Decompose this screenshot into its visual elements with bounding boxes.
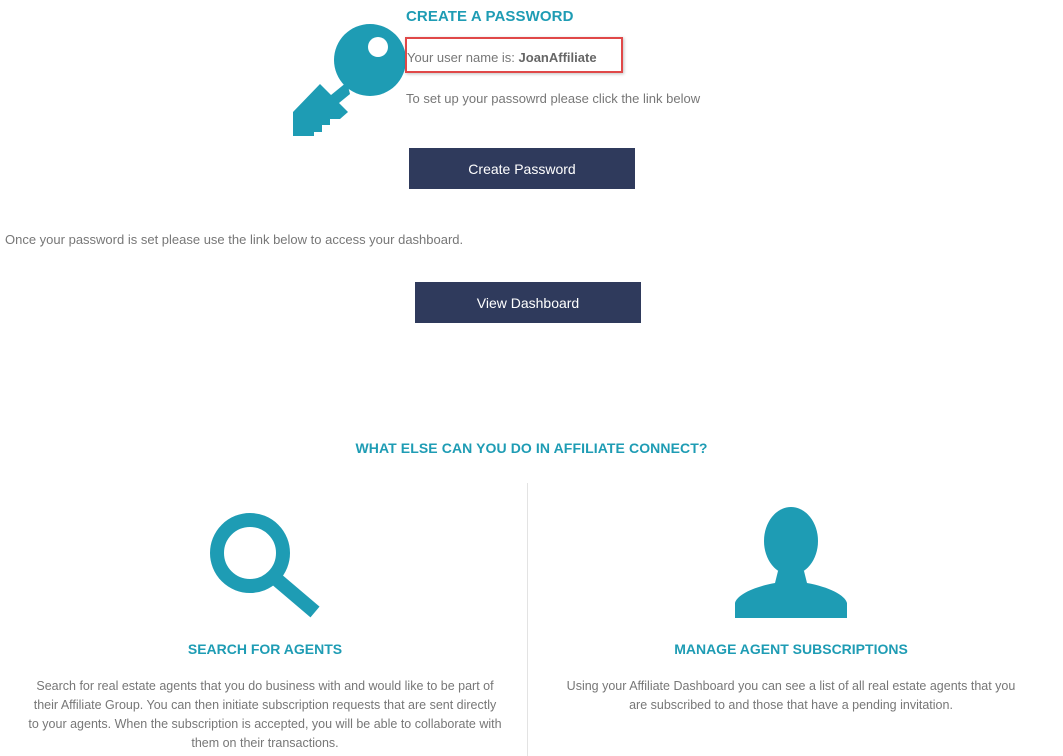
search-agents-description: Search for real estate agents that you d… <box>28 679 502 750</box>
manage-subscriptions-title: MANAGE AGENT SUBSCRIPTIONS <box>674 641 908 657</box>
username-line: Your user name is: JoanAffiliate <box>407 50 597 65</box>
key-icon <box>293 24 406 136</box>
username-prefix: Your user name is: <box>407 50 519 65</box>
username-value: JoanAffiliate <box>518 50 597 65</box>
dashboard-instructions: Once your password is set please use the… <box>5 232 464 247</box>
column-divider <box>527 483 528 756</box>
setup-instructions: To set up your passowrd please click the… <box>406 91 701 106</box>
features-heading: WHAT ELSE CAN YOU DO IN AFFILIATE CONNEC… <box>355 440 708 456</box>
create-password-button[interactable]: Create Password <box>409 148 635 189</box>
view-dashboard-button[interactable]: View Dashboard <box>415 282 641 323</box>
manage-subscriptions-description: Using your Affiliate Dashboard you can s… <box>566 679 1016 712</box>
person-icon <box>735 507 847 618</box>
create-password-title: CREATE A PASSWORD <box>406 8 574 25</box>
search-agents-title: SEARCH FOR AGENTS <box>187 641 343 657</box>
search-icon <box>210 513 320 618</box>
